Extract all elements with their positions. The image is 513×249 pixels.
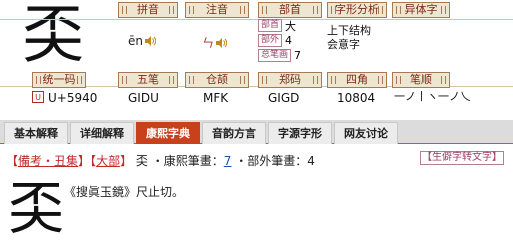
buwai-tag: 部外	[258, 34, 283, 47]
pinyin-text: ēn	[128, 34, 143, 48]
zongbihua-tag: 总笔画	[258, 49, 292, 62]
main-character: 奀	[22, 0, 85, 71]
convert-link[interactable]: 【生僻字转文字】	[420, 151, 504, 165]
kangxi-info-line: 【備考・丑集】【大部】 奀 ・康熙筆畫：7 ・部外筆畫：4	[6, 153, 315, 169]
kangxi-bihua-label: ・康熙筆畫：	[151, 154, 224, 168]
kangxi-character: 奀	[8, 177, 64, 242]
zhuyin-text: ㄣ	[202, 36, 215, 50]
zongbihua-value: 7	[294, 49, 302, 62]
header-zhuyin: 注音	[185, 2, 249, 18]
header-unicode: 统一码	[32, 72, 86, 88]
tab-basic[interactable]: 基本解释	[4, 122, 68, 144]
sijiao-value: 10804	[337, 91, 376, 105]
tab-yinyun[interactable]: 音韵方言	[202, 122, 266, 144]
kangxi-bihua-value[interactable]: 7	[224, 154, 232, 168]
bracket-open: 【	[6, 154, 19, 168]
unicode-value: U+5940	[48, 91, 98, 105]
cangjie-value: MFK	[203, 91, 229, 105]
tab-detail[interactable]: 详细解释	[70, 122, 134, 144]
header-yitizi: 异体字	[392, 2, 450, 18]
svg-text:U: U	[35, 93, 41, 102]
header-cangjie: 仓颉	[185, 72, 249, 88]
structure-text: 上下结构	[327, 24, 371, 37]
pinyin-cell: ēn	[128, 34, 156, 48]
header-zixing: 字形分析	[327, 2, 387, 18]
header-zhengma: 郑码	[258, 72, 322, 88]
wubi-value: GIDU	[128, 91, 159, 105]
kangxi-char: 奀	[135, 154, 148, 168]
tab-ziyuan[interactable]: 字源字形	[268, 122, 332, 144]
kangxi-buwai-label: ・部外筆畫：	[235, 154, 308, 168]
char-info-panel: 奀 拼音 注音 部首 字形分析 异体字 ēn ㄣ 部首大 部外 4 总笔画 7 上下…	[0, 0, 513, 115]
zixing-cell: 上下结构 会意字	[327, 24, 371, 52]
bracket-close: 】	[120, 154, 133, 168]
bracket-close: 】	[78, 154, 91, 168]
header-divider	[0, 19, 513, 20]
zhengma-value: GIGD	[268, 91, 300, 105]
zhuyin-cell: ㄣ	[202, 34, 228, 51]
header-pinyin: 拼音	[118, 2, 178, 18]
header-bushou: 部首	[258, 2, 322, 18]
kangxi-definition: 《搜眞玉鏡》尺止切。	[64, 185, 185, 199]
bishun-value: 一ノ丨ヽ一ノ乀	[394, 90, 471, 103]
tab-bar: 基本解释 详细解释 康熙字典 音韵方言 字源字形 网友讨论	[0, 120, 513, 144]
bushou-tag: 部首	[258, 19, 283, 32]
unicode-icon[interactable]: U	[32, 91, 44, 103]
reference-link[interactable]: 備考・丑集	[18, 154, 78, 168]
header-sijiao: 四角	[327, 72, 387, 88]
char-type-text: 会意字	[327, 38, 360, 51]
speaker-icon[interactable]	[144, 36, 156, 46]
header-bishun: 笔顺	[392, 72, 450, 88]
radical-link[interactable]: 大部	[96, 154, 120, 168]
kangxi-buwai-value: 4	[307, 154, 315, 168]
tab-kangxi[interactable]: 康熙字典	[136, 122, 200, 144]
bushou-value: 大	[285, 19, 297, 33]
header-wubi: 五笔	[118, 72, 178, 88]
speaker-icon[interactable]	[215, 38, 228, 48]
bushou-cell: 部首大 部外 4 总笔画 7	[258, 18, 322, 63]
buwai-value: 4	[285, 34, 293, 47]
tab-discussion[interactable]: 网友讨论	[334, 122, 398, 144]
